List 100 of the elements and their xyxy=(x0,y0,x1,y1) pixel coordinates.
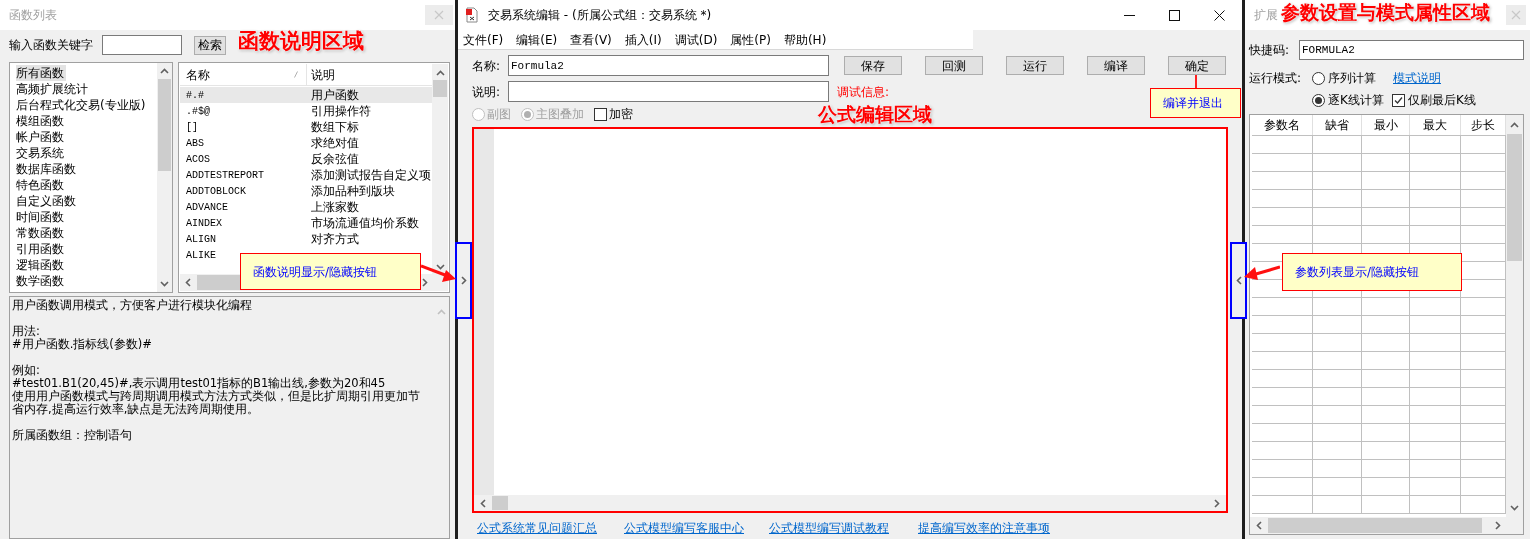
category-item[interactable]: 模组函数 xyxy=(16,113,66,129)
scrollbar[interactable] xyxy=(474,495,1226,511)
category-item[interactable]: 帐户函数 xyxy=(16,129,66,145)
function-row[interactable]: ALIGN 对齐方式 xyxy=(180,231,432,247)
menu-item[interactable]: 属性(P) xyxy=(730,30,771,49)
scroll-thumb[interactable] xyxy=(433,80,447,97)
scroll-thumb[interactable] xyxy=(492,496,508,510)
shortcut-field[interactable]: FORMULA2 xyxy=(1299,40,1524,60)
function-row[interactable]: ADDTESTREPORT 添加测试报告自定义项 xyxy=(180,167,432,183)
scrollbar[interactable] xyxy=(432,64,448,274)
function-name: .#$@ xyxy=(185,104,211,119)
menu-item[interactable]: 调试(D) xyxy=(674,30,718,49)
checkbox[interactable]: 仅刷最后K线 xyxy=(1391,91,1476,109)
radio-button[interactable]: 逐K线计算 xyxy=(1312,91,1384,109)
menu-item[interactable]: 插入(I) xyxy=(624,30,662,49)
scroll-up-icon[interactable] xyxy=(160,68,169,74)
category-item[interactable]: 逻辑函数 xyxy=(16,257,66,273)
function-row[interactable]: ABS 求绝对值 xyxy=(180,135,432,151)
mode-help-link[interactable]: 模式说明 xyxy=(1393,69,1441,87)
description-text: #用户函数.指标线(参数)# xyxy=(12,338,153,351)
description-field[interactable] xyxy=(508,81,829,102)
category-item[interactable]: 引用函数 xyxy=(16,241,66,257)
scroll-right-icon[interactable] xyxy=(1214,498,1220,508)
annotation-heading: 公式编辑区域 xyxy=(818,105,932,124)
category-item[interactable]: 常数函数 xyxy=(16,225,66,241)
annotation-heading: 函数说明区域 xyxy=(238,31,364,52)
description-text: 所属函数组：控制语句 xyxy=(12,429,133,442)
panel-toggle-button[interactable] xyxy=(1230,242,1247,319)
scroll-down-icon[interactable] xyxy=(1510,505,1519,511)
category-item[interactable]: 交易系统 xyxy=(16,145,66,161)
scroll-up-icon[interactable] xyxy=(1510,122,1519,128)
function-description: 市场流通值均价系数 xyxy=(310,215,419,232)
scrollbar[interactable] xyxy=(1250,517,1523,534)
help-link[interactable]: 公式模型编写客服中心 xyxy=(624,519,744,537)
function-name: ABS xyxy=(185,136,205,151)
scrollbar[interactable] xyxy=(1506,115,1523,517)
function-name: #.# xyxy=(185,88,205,103)
annotation-heading: 参数设置与模式属性区域 xyxy=(1281,3,1490,22)
category-item[interactable]: 自定义函数 xyxy=(16,193,78,209)
menu-item[interactable]: 编辑(E) xyxy=(516,30,558,49)
field-label: 运行模式: xyxy=(1249,70,1303,87)
minimize-icon xyxy=(1124,14,1135,16)
radio-button[interactable]: 序列计算 xyxy=(1312,69,1376,87)
chevron-left-icon xyxy=(1235,276,1242,285)
description-text: 用户函数调用模式，方便客户进行模块化编程 xyxy=(12,299,253,312)
toolbar-button[interactable]: 确定 xyxy=(1168,56,1226,75)
category-item[interactable]: 数据库函数 xyxy=(16,161,78,177)
scrollbar[interactable] xyxy=(157,63,172,292)
function-row[interactable]: .#$@ 引用操作符 xyxy=(180,103,432,119)
help-link[interactable]: 公式系统常见问题汇总 xyxy=(477,519,597,537)
scroll-up-icon[interactable] xyxy=(435,70,445,76)
toolbar-button[interactable]: 运行 xyxy=(1006,56,1064,75)
scroll-left-icon[interactable] xyxy=(185,278,191,287)
scroll-right-icon[interactable] xyxy=(1495,521,1501,530)
close-icon xyxy=(1511,10,1521,20)
checkbox[interactable]: 加密 xyxy=(594,105,633,123)
function-row[interactable]: #.# 用户函数 xyxy=(180,87,432,103)
search-field[interactable] xyxy=(102,35,182,55)
scroll-left-icon[interactable] xyxy=(480,498,486,508)
category-item[interactable]: 特色函数 xyxy=(16,177,66,193)
check-icon xyxy=(1393,95,1403,105)
function-name: ADDTESTREPORT xyxy=(185,168,265,183)
category-item[interactable]: 所有函数 xyxy=(16,65,66,81)
function-description: 求绝对值 xyxy=(310,135,359,152)
scroll-thumb[interactable] xyxy=(1507,134,1522,261)
panel-toggle-button[interactable] xyxy=(455,242,472,319)
menu-item[interactable]: 查看(V) xyxy=(570,30,612,49)
function-row[interactable]: ACOS 反余弦值 xyxy=(180,151,432,167)
maximize-icon xyxy=(1169,9,1180,21)
scroll-thumb[interactable] xyxy=(158,79,171,171)
function-row[interactable]: [] 数组下标 xyxy=(180,119,432,135)
search-button[interactable]: 检索 xyxy=(194,35,226,55)
toolbar-button[interactable]: 回测 xyxy=(925,56,983,75)
field-label: 说明: xyxy=(472,83,502,101)
help-link[interactable]: 提高编写效率的注意事项 xyxy=(918,519,1050,537)
scroll-down-icon[interactable] xyxy=(435,264,445,270)
function-row[interactable]: AINDEX 市场流通值均价系数 xyxy=(180,215,432,231)
arrow xyxy=(421,262,457,284)
help-link[interactable]: 公式模型编写调试教程 xyxy=(769,519,889,537)
toolbar-button[interactable]: 保存 xyxy=(844,56,902,75)
function-row[interactable]: ADDTOBLOCK 添加品种到版块 xyxy=(180,183,432,199)
scroll-down-icon[interactable] xyxy=(160,281,169,287)
category-item[interactable]: 后台程式化交易(专业版) xyxy=(16,97,148,113)
menu-item[interactable]: 文件(F) xyxy=(463,30,504,49)
menu-item[interactable]: 帮助(H) xyxy=(783,30,827,49)
column-header[interactable]: 说明 xyxy=(307,64,432,85)
function-row[interactable]: ADVANCE 上涨家数 xyxy=(180,199,432,215)
category-item[interactable]: 时间函数 xyxy=(16,209,66,225)
scroll-left-icon[interactable] xyxy=(1256,521,1262,530)
function-description: 引用操作符 xyxy=(310,103,371,120)
category-item[interactable]: 数学函数 xyxy=(16,273,66,289)
scroll-thumb[interactable] xyxy=(1268,518,1482,533)
function-description: 数组下标 xyxy=(310,119,359,136)
category-item[interactable]: 高频扩展统计 xyxy=(16,81,90,97)
app-icon xyxy=(464,7,480,23)
name-field[interactable]: Formula2 xyxy=(508,55,829,76)
scroll-right-icon[interactable] xyxy=(422,278,428,287)
toolbar-button[interactable]: 编译 xyxy=(1087,56,1145,75)
function-description: 添加测试报告自定义项 xyxy=(310,167,431,184)
column-header[interactable]: 名称 xyxy=(180,64,307,85)
